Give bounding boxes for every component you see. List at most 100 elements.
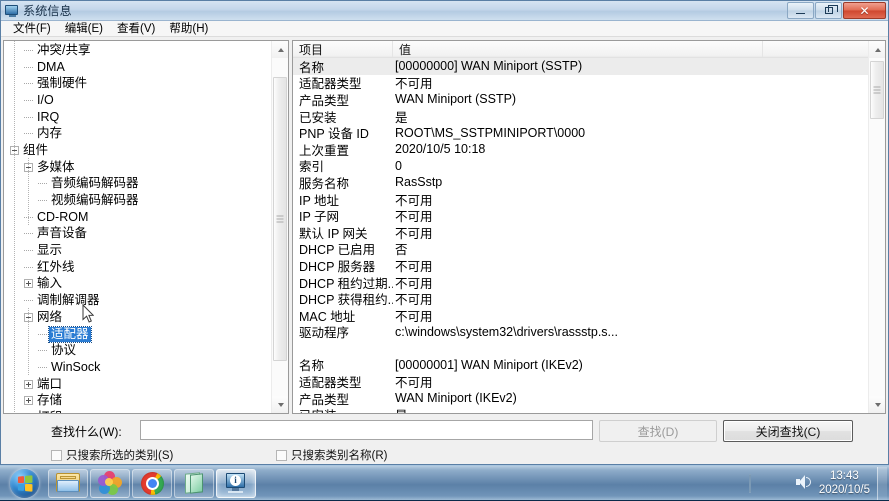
column-header-item[interactable]: 项目 [293,41,393,57]
details-scrollbar[interactable] [868,41,885,413]
details-row[interactable]: 产品类型WAN Miniport (SSTP) [293,91,868,108]
tree-scrollbar-thumb[interactable] [273,77,287,361]
tree-item[interactable]: 内存 [4,125,271,142]
tree-connector-line [28,158,29,225]
details-row-value: 不可用 [393,372,868,391]
window-titlebar[interactable]: 系统信息 ✕ [1,1,888,21]
tree-line-icon [24,83,33,84]
details-row[interactable]: 服务名称RasSstp [293,174,868,191]
menu-help[interactable]: 帮助(H) [162,20,215,37]
details-row[interactable]: DHCP 服务器不可用 [293,257,868,274]
tree-item-label: 存储 [35,393,64,408]
volume-icon[interactable] [795,475,812,492]
tree-item[interactable]: 强制硬件 [4,75,271,92]
menu-file[interactable]: 文件(F) [6,20,58,37]
monitor-info-icon: i [225,473,247,493]
menu-view[interactable]: 查看(V) [110,20,162,37]
details-row[interactable]: 已安装是 [293,108,868,125]
details-row[interactable]: MAC 地址不可用 [293,307,868,324]
tree-item-label: 强制硬件 [35,76,89,91]
taskbar-item-notepad[interactable] [174,469,214,498]
tree-line-icon [24,50,33,51]
details-row[interactable]: 驱动程序c:\windows\system32\drivers\rassstp.… [293,324,868,341]
details-row[interactable]: 名称[00000001] WAN Miniport (IKEv2) [293,357,868,374]
checkbox-search-category-names[interactable]: 只搜索类别名称(R) [276,447,387,463]
taskbar-item-browser-pinwheel[interactable] [90,469,130,498]
tree-item[interactable]: I/O [4,92,271,109]
find-input[interactable] [140,420,593,440]
tree-item[interactable]: CD-ROM [4,209,271,226]
hidden-icon[interactable] [772,475,789,492]
tree-item[interactable]: 网络 [4,309,271,326]
tree-item[interactable]: 适配器 [4,326,271,343]
tree-item[interactable]: 调制解调器 [4,292,271,309]
checkbox-box[interactable] [276,450,287,461]
expand-icon[interactable] [24,380,33,389]
tree-scroll-up-button[interactable] [272,41,289,58]
tree-item[interactable]: 组件 [4,142,271,159]
details-panel[interactable]: 项目 值 名称[00000000] WAN Miniport (SSTP)适配器… [292,40,886,414]
tree-item[interactable]: 冲突/共享 [4,42,271,59]
clock-time: 13:43 [819,469,870,483]
details-row[interactable]: 适配器类型不可用 [293,373,868,390]
details-row[interactable]: 索引0 [293,158,868,175]
category-tree-panel[interactable]: 冲突/共享DMA强制硬件I/OIRQ内存组件多媒体音频编码解码器视频编码解码器C… [3,40,289,414]
details-row[interactable]: 名称[00000000] WAN Miniport (SSTP) [293,58,868,75]
taskbar: i 13:43 2020/10/5 [0,465,889,500]
tree-item[interactable]: WinSock [4,359,271,376]
tree-item[interactable]: 存储 [4,392,271,409]
minimize-button[interactable] [787,2,814,19]
find-button[interactable]: 查找(D) [599,420,717,442]
details-row[interactable]: 产品类型WAN Miniport (IKEv2) [293,390,868,407]
column-header-value[interactable]: 值 [393,41,763,57]
details-row[interactable]: 上次重置2020/10/5 10:18 [293,141,868,158]
tree-item[interactable]: 音频编码解码器 [4,176,271,193]
checkbox-box[interactable] [51,450,62,461]
category-tree[interactable]: 冲突/共享DMA强制硬件I/OIRQ内存组件多媒体音频编码解码器视频编码解码器C… [4,41,271,413]
checkbox-search-selected-category[interactable]: 只搜索所选的类别(S) [51,447,173,463]
details-row[interactable]: IP 地址不可用 [293,191,868,208]
tree-item[interactable]: 多媒体 [4,159,271,176]
tree-item[interactable]: 协议 [4,342,271,359]
details-row[interactable]: 适配器类型不可用 [293,75,868,92]
tree-item[interactable]: IRQ [4,109,271,126]
details-row[interactable]: PNP 设备 IDROOT\MS_SSTPMINIPORT\0000 [293,124,868,141]
clock[interactable]: 13:43 2020/10/5 [815,469,877,497]
taskbar-item-file-explorer[interactable] [48,469,88,498]
taskbar-item-system-information[interactable]: i [216,469,256,498]
tree-item[interactable]: 显示 [4,242,271,259]
details-row[interactable]: 已安装是 [293,406,868,413]
details-row[interactable]: DHCP 获得租约...不可用 [293,290,868,307]
show-desktop-button[interactable] [877,467,887,500]
tree-item[interactable]: DMA [4,59,271,76]
tree-item[interactable]: 红外线 [4,259,271,276]
details-row-spacer[interactable] [293,340,868,357]
close-button[interactable]: ✕ [843,2,886,19]
tree-item-label: 网络 [35,310,64,325]
start-orb-icon[interactable] [2,468,46,499]
expand-icon[interactable] [24,279,33,288]
details-row[interactable]: IP 子网不可用 [293,207,868,224]
expand-icon[interactable] [24,396,33,405]
restore-button[interactable] [815,2,842,19]
details-scrollbar-thumb[interactable] [870,61,884,119]
details-column-headers: 项目 值 [293,41,868,58]
tree-item[interactable]: 声音设备 [4,226,271,243]
details-row[interactable]: DHCP 已启用否 [293,241,868,258]
tree-scroll-down-button[interactable] [272,396,289,413]
close-find-button[interactable]: 关闭查找(C) [723,420,853,442]
keyboard-layout-icon[interactable] [749,475,766,492]
tree-item[interactable]: 端口 [4,376,271,393]
tree-scrollbar[interactable] [271,41,288,413]
details-scroll-down-button[interactable] [869,396,886,413]
tree-item[interactable]: 视频编码解码器 [4,192,271,209]
tree-item[interactable]: 输入 [4,276,271,293]
details-scroll-up-button[interactable] [869,41,886,58]
tree-item[interactable]: 打印 [4,409,271,413]
menu-edit[interactable]: 编辑(E) [58,20,110,37]
details-row-value: c:\windows\system32\drivers\rassstp.s... [393,325,868,339]
details-row-value: 0 [393,159,868,173]
details-row[interactable]: DHCP 租约过期...不可用 [293,274,868,291]
taskbar-item-google-chrome[interactable] [132,469,172,498]
details-row[interactable]: 默认 IP 网关不可用 [293,224,868,241]
